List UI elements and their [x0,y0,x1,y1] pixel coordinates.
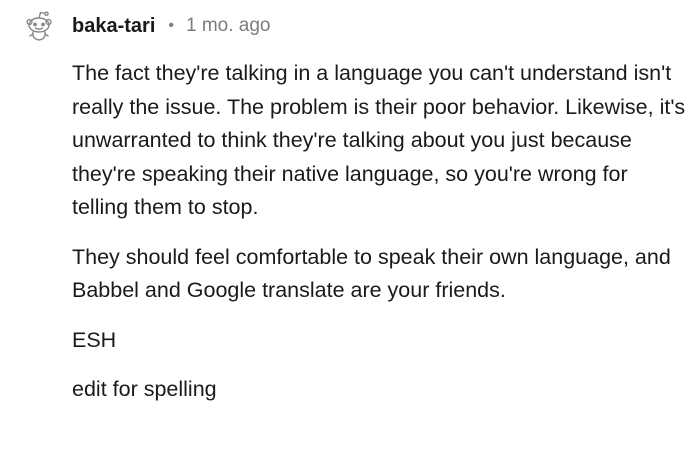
comment-body: The fact they're talking in a language y… [72,57,687,423]
comment-paragraph: They should feel comfortable to speak th… [72,244,671,303]
comment-author[interactable]: baka-tari [72,15,155,38]
comment-paragraph: ESH [72,327,117,352]
comment: baka-tari • 1 mo. ago The fact they're t… [0,0,700,459]
comment-timestamp[interactable]: 1 mo. ago [186,15,271,37]
comment-paragraph: The fact they're talking in a language y… [72,61,686,219]
snoo-avatar-icon[interactable] [22,9,56,43]
meta-separator: • [168,17,174,34]
comment-paragraph: edit for spelling [72,377,217,401]
comment-header: baka-tari • 1 mo. ago [22,8,270,44]
